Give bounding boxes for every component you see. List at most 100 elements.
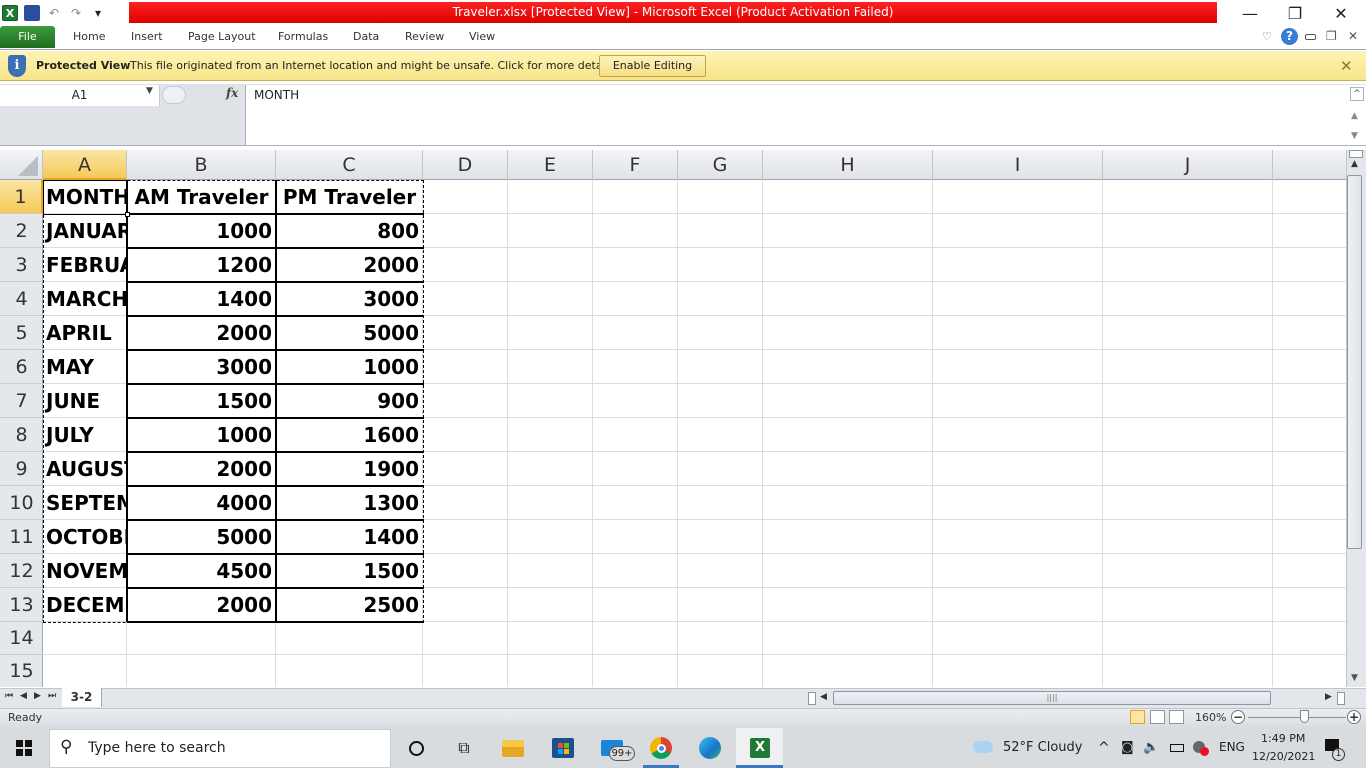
- customize-qat-icon[interactable]: ▾: [90, 5, 106, 21]
- scroll-up-icon[interactable]: ▲: [1351, 159, 1358, 169]
- scroll-down-icon[interactable]: ▼: [1351, 131, 1358, 141]
- zoom-slider[interactable]: [1248, 717, 1346, 718]
- row-header-7[interactable]: 7: [0, 384, 43, 418]
- active-cell[interactable]: [43, 180, 128, 215]
- zoom-slider-handle[interactable]: [1300, 710, 1309, 723]
- fill-handle[interactable]: [125, 212, 130, 217]
- spreadsheet-grid[interactable]: A B C D E F G H I J 1 2 3 4 5 6 7 8 9 10 11 12 13 14 1…: [0, 150, 1346, 687]
- first-sheet-icon[interactable]: ⏮: [5, 691, 13, 701]
- language-indicator[interactable]: ENG: [1219, 740, 1245, 754]
- formula-input[interactable]: MONTH: [245, 85, 1348, 145]
- scroll-up-icon[interactable]: ▲: [1351, 111, 1358, 121]
- redo-icon[interactable]: ↷: [68, 5, 84, 21]
- tab-data[interactable]: Data: [353, 26, 379, 50]
- horizontal-scroll-thumb[interactable]: ||||: [833, 691, 1271, 705]
- row-header-12[interactable]: 12: [0, 554, 43, 588]
- network-error-icon[interactable]: [1193, 741, 1209, 756]
- column-header-b[interactable]: B: [127, 150, 276, 180]
- file-tab[interactable]: File: [0, 26, 55, 48]
- row-header-2[interactable]: 2: [0, 214, 43, 248]
- prev-sheet-icon[interactable]: ◀: [20, 691, 27, 701]
- scroll-down-icon[interactable]: ▼: [1351, 673, 1358, 683]
- formula-bar-scroll[interactable]: ^ ▲ ▼: [1348, 85, 1366, 145]
- collapse-formula-icon[interactable]: ^: [1350, 87, 1364, 101]
- split-box[interactable]: [1349, 150, 1363, 158]
- battery-icon[interactable]: [1170, 744, 1184, 752]
- normal-view-button[interactable]: [1130, 710, 1145, 724]
- row-header-5[interactable]: 5: [0, 316, 43, 350]
- tab-split-handle[interactable]: [808, 692, 816, 705]
- minimize-ribbon-icon[interactable]: ♡: [1262, 30, 1272, 43]
- hsplit-handle[interactable]: [1337, 692, 1345, 705]
- task-view-icon[interactable]: ⧉: [452, 736, 476, 760]
- minimize-button[interactable]: —: [1227, 0, 1273, 26]
- restore-button[interactable]: ❐: [1272, 0, 1318, 26]
- column-header-a[interactable]: A: [43, 150, 127, 180]
- chevron-down-icon[interactable]: ▼: [146, 86, 153, 96]
- volume-icon[interactable]: 🔈: [1143, 740, 1159, 755]
- column-header-d[interactable]: D: [423, 150, 508, 180]
- undo-icon[interactable]: ↶: [46, 5, 62, 21]
- column-header-h[interactable]: H: [763, 150, 933, 180]
- window-close-icon[interactable]: ✕: [1348, 29, 1358, 43]
- last-sheet-icon[interactable]: ⏭: [48, 691, 56, 701]
- row-header-3[interactable]: 3: [0, 248, 43, 282]
- chrome-icon[interactable]: [649, 736, 673, 760]
- row-header-9[interactable]: 9: [0, 452, 43, 486]
- excel-app-icon[interactable]: X: [2, 5, 18, 21]
- page-break-view-button[interactable]: [1169, 710, 1184, 724]
- clock-date[interactable]: 12/20/2021: [1252, 750, 1315, 763]
- zoom-level[interactable]: 160%: [1195, 711, 1226, 724]
- page-layout-view-button[interactable]: [1150, 710, 1165, 724]
- edge-icon[interactable]: [698, 736, 722, 760]
- zoom-out-button[interactable]: −: [1231, 710, 1245, 724]
- microsoft-store-icon[interactable]: [551, 736, 575, 760]
- tab-formulas[interactable]: Formulas: [278, 26, 328, 50]
- tab-page-layout[interactable]: Page Layout: [188, 26, 256, 50]
- insert-function-icon[interactable]: fx: [226, 86, 238, 100]
- cortana-icon[interactable]: [404, 736, 428, 760]
- row-header-13[interactable]: 13: [0, 588, 43, 622]
- row-header-10[interactable]: 10: [0, 486, 43, 520]
- column-header-f[interactable]: F: [593, 150, 678, 180]
- vertical-scroll-thumb[interactable]: [1347, 175, 1362, 549]
- formula-bar-toggle[interactable]: [162, 86, 186, 104]
- show-hidden-icons[interactable]: ^: [1098, 740, 1110, 756]
- save-icon[interactable]: [24, 5, 40, 21]
- clock-time[interactable]: 1:49 PM: [1261, 732, 1305, 745]
- tab-review[interactable]: Review: [405, 26, 444, 50]
- tab-home[interactable]: Home: [73, 26, 105, 50]
- row-header-1[interactable]: 1: [0, 180, 43, 214]
- sheet-tab-3-2[interactable]: 3-2: [62, 688, 102, 707]
- close-button[interactable]: ✕: [1318, 0, 1364, 26]
- scroll-left-icon[interactable]: ◀: [820, 692, 827, 702]
- close-icon[interactable]: ✕: [1340, 57, 1353, 75]
- weather-cloud-icon[interactable]: [973, 741, 993, 753]
- row-header-14[interactable]: 14: [0, 622, 43, 655]
- row-header-11[interactable]: 11: [0, 520, 43, 554]
- column-header-c[interactable]: C: [276, 150, 423, 180]
- tab-view[interactable]: View: [469, 26, 495, 50]
- excel-icon[interactable]: X: [748, 736, 772, 760]
- enable-editing-button[interactable]: Enable Editing: [599, 55, 706, 77]
- window-restore-icon[interactable]: ❐: [1326, 29, 1337, 43]
- weather-text[interactable]: 52°F Cloudy: [1003, 740, 1082, 755]
- row-header-6[interactable]: 6: [0, 350, 43, 384]
- tab-insert[interactable]: Insert: [131, 26, 163, 50]
- select-all-button[interactable]: [0, 150, 43, 180]
- windows-start-icon[interactable]: [16, 740, 32, 756]
- row-header-8[interactable]: 8: [0, 418, 43, 452]
- column-header-g[interactable]: G: [678, 150, 763, 180]
- row-header-4[interactable]: 4: [0, 282, 43, 316]
- window-min-icon[interactable]: [1305, 34, 1316, 40]
- scroll-right-icon[interactable]: ▶: [1325, 692, 1332, 702]
- column-header-e[interactable]: E: [508, 150, 593, 180]
- zoom-in-button[interactable]: +: [1347, 710, 1361, 724]
- file-explorer-icon[interactable]: [501, 736, 525, 760]
- help-icon[interactable]: ?: [1281, 28, 1298, 45]
- meet-now-icon[interactable]: ◙: [1121, 740, 1134, 755]
- row-header-15[interactable]: 15: [0, 655, 43, 687]
- name-box[interactable]: A1: [0, 85, 160, 106]
- column-header-i[interactable]: I: [933, 150, 1103, 180]
- column-header-j[interactable]: J: [1103, 150, 1273, 180]
